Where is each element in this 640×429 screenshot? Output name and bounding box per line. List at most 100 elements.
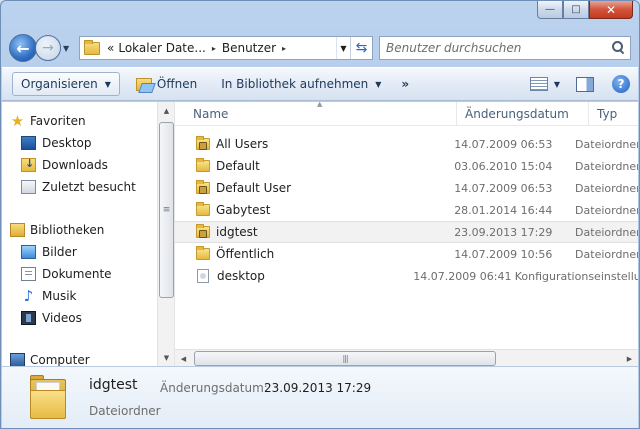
file-name-cell[interactable]: All Users: [175, 136, 446, 151]
column-date-label: Änderungsdatum: [465, 107, 569, 121]
file-name: Öffentlich: [216, 247, 275, 261]
file-date: 14.07.2009 06:53: [454, 181, 553, 195]
computer-group: Computer: [2, 349, 157, 366]
pictures-icon: [21, 245, 36, 259]
nav-favorites[interactable]: ★ Favoriten: [2, 110, 157, 132]
details-pane: idgtest Dateiordner Änderungsdatum: 23.0…: [2, 366, 638, 428]
refresh-icon[interactable]: ⇆: [350, 37, 372, 59]
nav-item-label: Downloads: [42, 158, 108, 172]
view-options-chevron-icon[interactable]: ▼: [554, 80, 560, 89]
column-header-name[interactable]: ▲ Name: [175, 102, 457, 126]
nav-item-documents[interactable]: Dokumente: [2, 263, 157, 285]
column-header-date[interactable]: Änderungsdatum: [457, 102, 589, 126]
file-name-cell[interactable]: Default User: [175, 180, 446, 195]
nav-item-label: Dokumente: [42, 267, 112, 281]
preview-pane-icon[interactable]: [576, 76, 594, 92]
details-date-label: Änderungsdatum:: [160, 381, 268, 395]
file-name-cell[interactable]: Öffentlich: [175, 246, 446, 261]
caption-buttons: — □ ✕: [537, 1, 633, 19]
folder-icon: [84, 39, 100, 55]
column-headers: ▲ Name Änderungsdatum Typ: [175, 102, 638, 126]
file-row[interactable]: Öffentlich 14.07.2009 10:56 Dateiordner: [175, 243, 638, 265]
nav-item-label: Musik: [42, 289, 77, 303]
file-rows: All Users 14.07.2009 06:53 Dateiordner Defa…: [175, 133, 638, 287]
libraries-icon: [10, 223, 25, 237]
column-name-label: Name: [193, 107, 229, 121]
file-row[interactable]: Default User 14.07.2009 06:53 Dateiordner: [175, 177, 638, 199]
open-label: Öffnen: [156, 77, 198, 91]
horizontal-scrollbar-thumb[interactable]: |||: [194, 351, 496, 366]
back-button[interactable]: ←: [9, 34, 37, 62]
file-type: Dateiordner: [575, 225, 638, 239]
details-item-type: Dateiordner: [89, 404, 161, 418]
file-date: 14.07.2009 10:56: [454, 247, 553, 261]
nav-item-label: Zuletzt besucht: [42, 180, 136, 194]
address-bar[interactable]: « Lokaler Date... ▸ Benutzer ▸ ▼ ⇆: [79, 36, 373, 60]
command-bar: Organisieren ▼ Öffnen In Bibliothek aufn…: [2, 67, 638, 101]
address-dropdown-icon[interactable]: ▼: [336, 37, 350, 59]
nav-computer[interactable]: Computer: [2, 349, 157, 366]
file-row[interactable]: idgtest 23.09.2013 17:29 Dateiordner: [175, 221, 638, 243]
details-date-value: 23.09.2013 17:29: [264, 381, 372, 395]
breadcrumb-users[interactable]: Benutzer: [222, 41, 276, 55]
close-button[interactable]: ✕: [589, 1, 633, 19]
forward-button[interactable]: →: [35, 35, 61, 61]
scrollbar-thumb[interactable]: ≡: [159, 122, 174, 298]
nav-favorites-label: Favoriten: [30, 114, 86, 128]
help-icon[interactable]: ?: [612, 75, 630, 93]
file-row[interactable]: Gabytest 28.01.2014 16:44 Dateiordner: [175, 199, 638, 221]
nav-item-pictures[interactable]: Bilder: [2, 241, 157, 263]
file-row[interactable]: Default 03.06.2010 15:04 Dateiordner: [175, 155, 638, 177]
horizontal-scrollbar[interactable]: ◀ ||| ▶: [175, 349, 638, 366]
folder-icon: [196, 158, 210, 172]
star-icon: ★: [10, 112, 25, 130]
nav-item-label: Desktop: [42, 136, 92, 150]
folder-lock-icon: [196, 136, 210, 150]
search-icon[interactable]: [612, 41, 624, 53]
file-name-cell[interactable]: Gabytest: [175, 202, 446, 217]
nav-item-recent-places[interactable]: Zuletzt besucht: [2, 176, 157, 198]
file-date: 14.07.2009 06:53: [454, 137, 553, 151]
scroll-down-arrow-icon[interactable]: ▼: [158, 349, 175, 366]
sort-ascending-icon: ▲: [317, 102, 323, 108]
file-list: ▲ Name Änderungsdatum Typ All Users 14.07…: [175, 102, 638, 366]
organize-label: Organisieren: [21, 77, 98, 91]
scroll-left-arrow-icon[interactable]: ◀: [175, 350, 192, 366]
file-row[interactable]: desktop 14.07.2009 06:41 Konfigurationsein…: [175, 265, 638, 287]
organize-button[interactable]: Organisieren ▼: [12, 72, 120, 96]
file-name-cell[interactable]: desktop: [175, 269, 405, 283]
breadcrumb-separator-arrow-icon[interactable]: ▸: [212, 44, 216, 53]
nav-libraries[interactable]: Bibliotheken: [2, 219, 157, 241]
maximize-button[interactable]: □: [563, 1, 589, 19]
file-row[interactable]: All Users 14.07.2009 06:53 Dateiordner: [175, 133, 638, 155]
more-commands-label: »: [401, 77, 410, 91]
more-commands-button[interactable]: »: [393, 72, 417, 96]
nav-item-desktop[interactable]: Desktop: [2, 132, 157, 154]
include-in-library-button[interactable]: In Bibliothek aufnehmen ▼: [213, 72, 389, 96]
column-header-type[interactable]: Typ: [589, 102, 638, 126]
address-overflow[interactable]: «: [107, 41, 114, 55]
breadcrumb-separator-arrow-icon[interactable]: ▸: [282, 44, 286, 53]
file-type: Dateiordner: [575, 203, 638, 217]
open-button[interactable]: Öffnen: [128, 72, 205, 96]
file-name-cell[interactable]: Default: [175, 158, 446, 173]
file-type: Dateiordner: [575, 159, 638, 173]
navigation-bar: ← → ▼ « Lokaler Date... ▸ Benutzer ▸ ▼ ⇆…: [9, 31, 631, 65]
change-view-icon[interactable]: [529, 77, 548, 91]
minimize-button[interactable]: —: [537, 1, 563, 19]
navigation-scrollbar[interactable]: ▲ ≡ ▼: [157, 102, 174, 366]
nav-item-downloads[interactable]: Downloads: [2, 154, 157, 176]
scroll-right-arrow-icon[interactable]: ▶: [621, 350, 638, 366]
details-item-name: idgtest: [89, 377, 138, 393]
search-input[interactable]: Benutzer durchsuchen: [379, 36, 631, 60]
file-type: Dateiordner: [575, 181, 638, 195]
nav-item-music[interactable]: ♪ Musik: [2, 285, 157, 307]
scroll-up-arrow-icon[interactable]: ▲: [158, 102, 175, 119]
recent-pages-dropdown[interactable]: ▼: [63, 44, 75, 53]
libraries-group: Bibliotheken Bilder Dokumente ♪ Musik Vi…: [2, 219, 157, 329]
include-in-library-label: In Bibliothek aufnehmen: [221, 77, 369, 91]
nav-item-videos[interactable]: Videos: [2, 307, 157, 329]
file-name: desktop: [217, 269, 265, 283]
file-name-cell[interactable]: idgtest: [175, 224, 446, 239]
breadcrumb-local-disk[interactable]: Lokaler Date...: [118, 41, 206, 55]
